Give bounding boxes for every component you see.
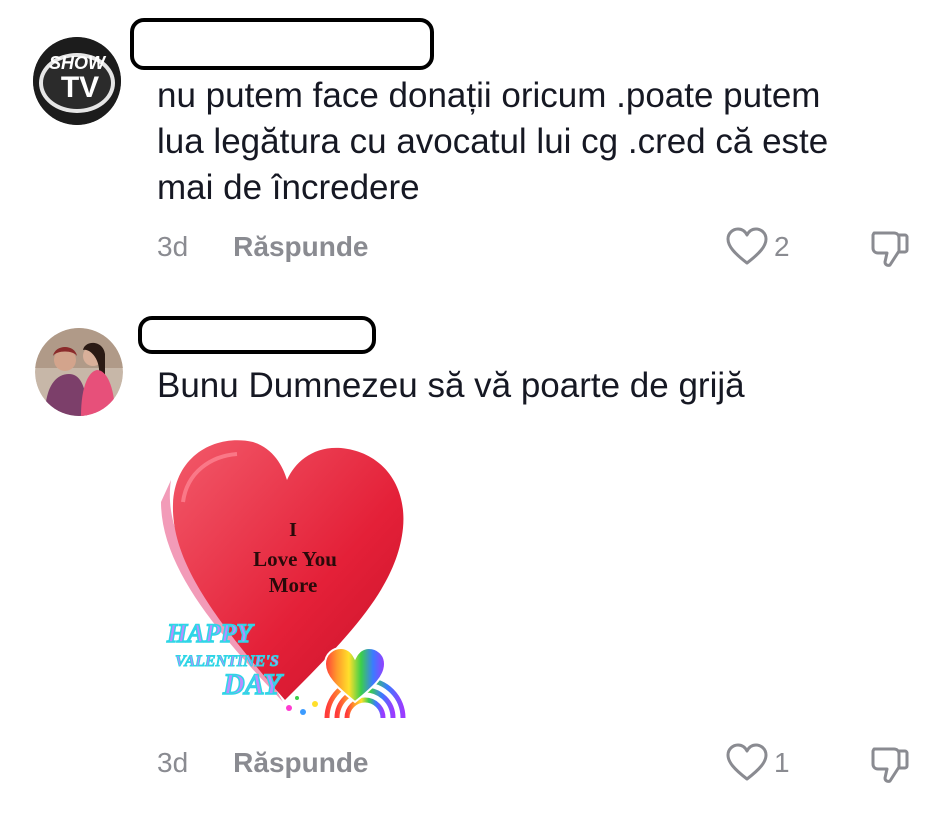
comment-meta: 3d Răspunde [157, 743, 369, 783]
comment-line: mai de încredere [157, 168, 420, 207]
valentine-heart-image: I Love You More HAPPY VALENTINE'S DAY [161, 440, 406, 718]
timestamp: 3d [157, 231, 189, 262]
heart-text-3: More [269, 573, 318, 597]
heart-outline-icon [726, 227, 768, 265]
banner-text-3: DAY [222, 668, 284, 701]
logo-text-show: SHOW [49, 53, 107, 73]
dislike-button[interactable] [868, 743, 912, 792]
avatar-photo [35, 328, 123, 416]
reply-button[interactable]: Răspunde [233, 231, 368, 263]
heart-outline-icon [726, 743, 768, 781]
thumbs-down-icon [871, 747, 909, 783]
show-tv-logo: SHOW TV [33, 37, 121, 125]
comment-line: lua legătura cu avocatul lui cg .cred că… [157, 122, 829, 161]
avatar[interactable]: SHOW TV [33, 37, 121, 125]
timestamp: 3d [157, 747, 189, 778]
heart-text-2: Love You [253, 547, 337, 571]
username-redacted [130, 18, 434, 70]
comment-2: Bunu Dumnezeu să vă poarte de grijă I Lo… [0, 300, 945, 832]
comment-line: nu putem face donații oricum .poate pute… [157, 76, 821, 115]
dislike-button[interactable] [868, 227, 912, 276]
comment-text: Bunu Dumnezeu să vă poarte de grijă [157, 363, 745, 409]
username-redacted [138, 316, 376, 354]
like-button[interactable]: 2 [726, 227, 790, 267]
banner-text-1: HAPPY [166, 619, 254, 648]
heart-text-1: I [289, 519, 297, 541]
comment-line: Bunu Dumnezeu să vă poarte de grijă [157, 366, 745, 405]
like-count: 1 [774, 747, 790, 778]
like-button[interactable]: 1 [726, 743, 790, 783]
avatar[interactable] [35, 328, 123, 416]
valentine-gif[interactable]: I Love You More HAPPY VALENTINE'S DAY [157, 432, 409, 718]
reply-button[interactable]: Răspunde [233, 747, 368, 779]
comment-1: SHOW TV nu putem face donații oricum .po… [0, 0, 945, 300]
comment-meta: 3d Răspunde [157, 227, 369, 267]
logo-text-tv: TV [61, 71, 99, 104]
thumbs-down-icon [871, 231, 909, 267]
comment-text: nu putem face donații oricum .poate pute… [157, 73, 828, 211]
like-count: 2 [774, 231, 790, 262]
